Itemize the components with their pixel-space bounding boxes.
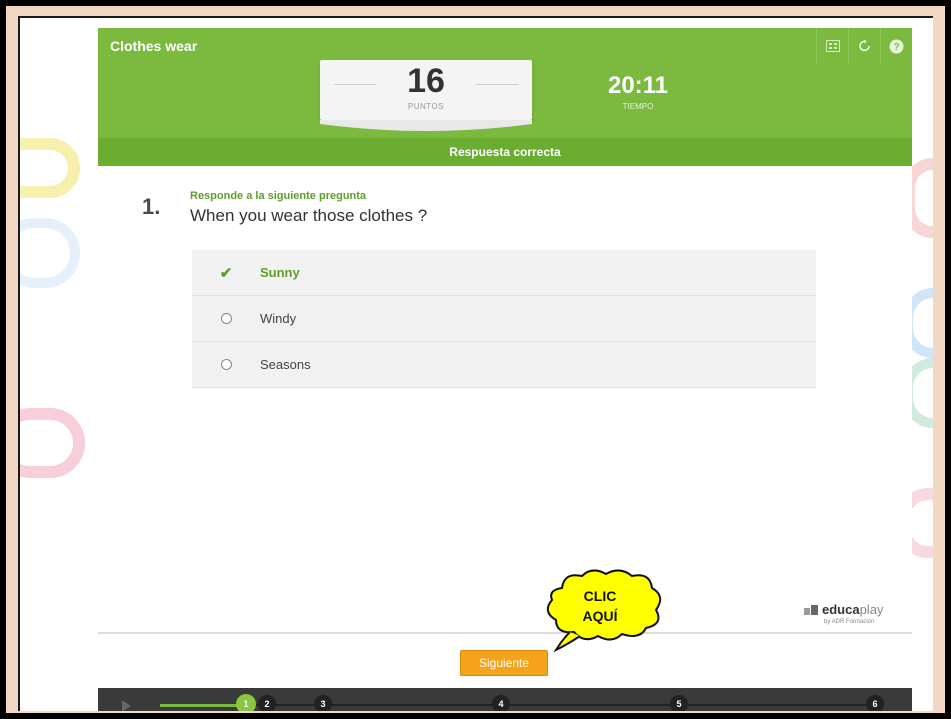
- timer-label: TIEMPO: [622, 102, 654, 111]
- answer-options: ✔ Sunny Windy Seasons: [192, 250, 816, 388]
- progress-step[interactable]: 2: [258, 695, 276, 711]
- radio-icon[interactable]: [220, 313, 232, 324]
- activity-title: Clothes wear: [110, 38, 198, 54]
- educaplay-logo[interactable]: educa play by ADR Formación: [804, 602, 883, 625]
- answer-option[interactable]: Windy: [192, 296, 816, 342]
- score-card: 16 PUNTOS: [320, 60, 532, 120]
- progress-step[interactable]: 6: [866, 695, 884, 711]
- logo-tagline: by ADR Formación: [824, 619, 875, 625]
- score-card-notch: [320, 120, 532, 131]
- title-bar: Clothes wear ?: [98, 28, 912, 64]
- progress-fill: [160, 704, 246, 707]
- next-button[interactable]: Siguiente: [460, 650, 548, 676]
- answer-option[interactable]: ✔ Sunny: [192, 250, 816, 296]
- footer-divider: [98, 632, 912, 634]
- logo-name-a: educa: [822, 602, 860, 617]
- progress-step[interactable]: 1: [236, 694, 256, 711]
- answer-label: Sunny: [260, 265, 300, 280]
- decorative-clip: [20, 408, 85, 478]
- browser-viewport: Clothes wear ? 16 PUNTOS 20:11 TIEMPO Re…: [18, 16, 933, 711]
- callout-cloud: CLIC AQUÍ: [540, 566, 670, 657]
- progress-step[interactable]: 3: [314, 695, 332, 711]
- svg-text:?: ?: [893, 42, 899, 53]
- logo-icon: [804, 604, 818, 615]
- score-value: 16: [407, 62, 445, 100]
- radio-icon[interactable]: [220, 359, 232, 370]
- fullscreen-icon[interactable]: [816, 28, 848, 64]
- question-text: When you wear those clothes ?: [190, 206, 428, 225]
- logo-name-b: play: [859, 602, 884, 617]
- checkmark-icon: ✔: [219, 264, 233, 282]
- play-icon[interactable]: [122, 700, 131, 711]
- answer-label: Windy: [260, 311, 297, 326]
- progress-step[interactable]: 4: [492, 695, 510, 711]
- decorative-clip: [20, 218, 80, 288]
- answer-option[interactable]: Seasons: [192, 342, 816, 388]
- progress-bar: 1 2 3 4 5 6: [98, 688, 912, 711]
- callout-line-1: CLIC: [583, 588, 617, 604]
- score-bar: 16 PUNTOS 20:11 TIEMPO: [98, 60, 912, 138]
- decorative-clip: [20, 138, 80, 198]
- question-instruction: Responde a la siguiente pregunta: [190, 190, 367, 202]
- progress-step[interactable]: 5: [670, 695, 688, 711]
- timer-value: 20:11: [607, 72, 669, 99]
- score-label: PUNTOS: [407, 102, 445, 111]
- feedback-banner: Respuesta correcta: [98, 138, 912, 166]
- quiz-panel: Clothes wear ? 16 PUNTOS 20:11 TIEMPO Re…: [98, 28, 912, 711]
- help-icon[interactable]: ?: [880, 28, 912, 64]
- callout-line-2: AQUÍ: [582, 608, 618, 624]
- answer-label: Seasons: [260, 357, 311, 372]
- restart-icon[interactable]: [848, 28, 880, 64]
- question-number: 1.: [142, 194, 161, 219]
